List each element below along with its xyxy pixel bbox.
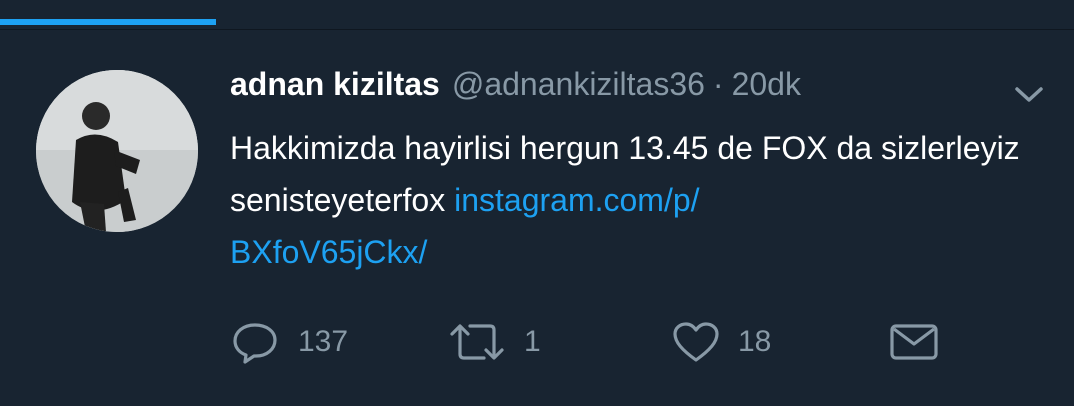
like-button[interactable]: 18 bbox=[672, 318, 771, 366]
separator-dot: · bbox=[712, 66, 724, 102]
reply-button[interactable]: 137 bbox=[230, 318, 348, 366]
tweet-card[interactable]: adnan kiziltas @adnankiziltas36 · 20dk H… bbox=[0, 30, 1074, 406]
tweet-link-part1[interactable]: instagram.com/p/ bbox=[454, 182, 699, 218]
tweet-link-part2[interactable]: BXfoV65jCkx/ bbox=[230, 234, 427, 270]
avatar[interactable] bbox=[36, 70, 198, 232]
tweet-actions: 137 1 18 bbox=[0, 318, 1074, 366]
active-tab-indicator[interactable] bbox=[0, 19, 216, 25]
timestamp[interactable]: 20dk bbox=[732, 66, 801, 103]
tweet-header: adnan kiziltas @adnankiziltas36 · 20dk bbox=[230, 66, 801, 106]
tweet-text: Hakkimizda hayirlisi hergun 13.45 de FOX… bbox=[230, 122, 1040, 278]
retweet-count: 1 bbox=[524, 325, 541, 358]
reply-icon[interactable] bbox=[230, 320, 280, 364]
user-handle[interactable]: @adnankiziltas36 bbox=[452, 66, 705, 103]
heart-icon[interactable] bbox=[672, 320, 720, 364]
display-name[interactable]: adnan kiziltas bbox=[230, 66, 440, 103]
retweet-button[interactable]: 1 bbox=[448, 318, 541, 366]
tab-bar bbox=[0, 0, 1074, 30]
reply-count: 137 bbox=[298, 325, 349, 358]
retweet-icon[interactable] bbox=[448, 320, 506, 364]
chevron-down-icon[interactable] bbox=[1012, 82, 1046, 106]
like-count: 18 bbox=[738, 325, 772, 358]
direct-message-button[interactable] bbox=[888, 318, 940, 366]
mail-icon[interactable] bbox=[888, 320, 940, 364]
